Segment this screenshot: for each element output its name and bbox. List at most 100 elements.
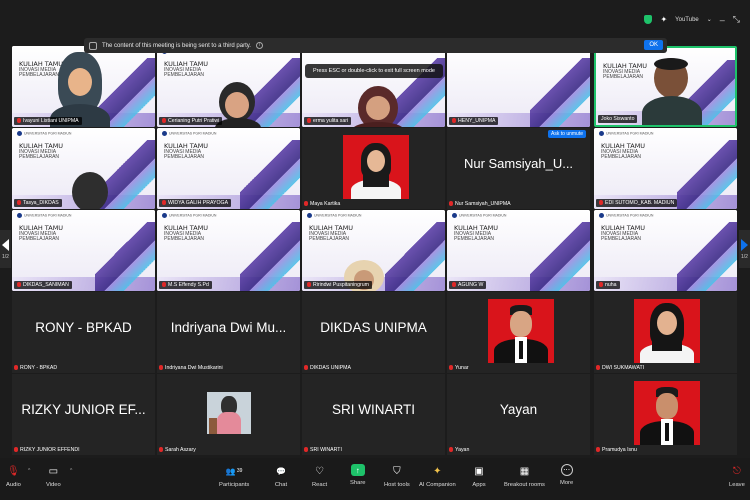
active-speaker-tile[interactable]: KULIAH TAMU INOVASI MEDIA PEMBELAJARAN J… bbox=[594, 46, 737, 127]
chevron-down-icon[interactable]: ⌄ bbox=[707, 16, 712, 23]
participant-name: M.S Effendy S.Pd bbox=[159, 281, 212, 289]
muted-mic-icon bbox=[17, 200, 21, 206]
video-tile[interactable]: DWI SUKMAWATI bbox=[594, 292, 737, 373]
video-tile[interactable]: Pramudya Isnu bbox=[594, 374, 737, 455]
video-tile[interactable]: UNIVERSITAS PGRI MADIUN KULIAH TAMU INOV… bbox=[594, 210, 737, 291]
react-button[interactable]: ♡ React bbox=[312, 464, 327, 489]
info-icon[interactable]: i bbox=[255, 42, 263, 49]
participant-name: WIDYA GALIH PRAYOGA bbox=[159, 199, 232, 207]
participant-name: AGUNG W bbox=[449, 281, 487, 289]
video-tile[interactable]: RIZKY JUNIOR EF... RIZKY JUNIOR EFFENDI bbox=[12, 374, 155, 455]
muted-mic-icon bbox=[449, 447, 453, 453]
video-tile[interactable]: Ask to unmute Nur Samsiyah_U... Nur Sams… bbox=[447, 128, 590, 209]
next-page-button[interactable]: 1/2 bbox=[739, 230, 750, 268]
video-tile[interactable]: UNIVERSITAS PGRI MADIUN KULIAH TAMU INOV… bbox=[302, 210, 445, 291]
university-logo-line: UNIVERSITAS PGRI MADIUN bbox=[599, 213, 653, 218]
participants-label: Participants bbox=[219, 482, 250, 488]
muted-mic-icon bbox=[14, 447, 18, 453]
video-tile[interactable]: UNIVERSITAS PGRI MADIUN KULIAH TAMU INOV… bbox=[12, 128, 155, 209]
video-tile[interactable]: UNIVERSITAS PGRI MADIUN KULIAH TAMU INOV… bbox=[157, 46, 300, 127]
participants-icon: 👥 39 bbox=[225, 466, 243, 476]
apps-button[interactable]: ▣ Apps bbox=[472, 464, 486, 489]
leave-label: Leave bbox=[729, 482, 745, 488]
more-button[interactable]: ⋯ More bbox=[560, 464, 573, 486]
university-logo-line: UNIVERSITAS PGRI MADIUN bbox=[452, 213, 506, 218]
video-tile[interactable]: HENY_UNIPMA bbox=[447, 46, 590, 127]
notice-ok-button[interactable]: OK bbox=[644, 40, 663, 50]
slide-subtitle: INOVASI MEDIA PEMBELAJARAN bbox=[19, 231, 60, 242]
ai-sparkle-icon[interactable]: ✦ bbox=[660, 15, 667, 24]
video-tile[interactable]: SRI WINARTI SRI WINARTI bbox=[302, 374, 445, 455]
host-tools-label: Host tools bbox=[384, 482, 410, 488]
muted-mic-icon bbox=[159, 447, 163, 453]
slide-background bbox=[447, 46, 590, 127]
participant-name: Sarah Aszary bbox=[159, 447, 196, 453]
meeting-toolbar: 🎙 Audio ^ ▭ Video ^ 👥 39 Participants 💬 C… bbox=[0, 458, 750, 500]
university-logo-line: UNIVERSITAS PGRI MADIUN bbox=[162, 213, 216, 218]
video-tile[interactable]: Maya Kartika bbox=[302, 128, 445, 209]
livestream-youtube-label[interactable]: YouTube bbox=[675, 17, 699, 23]
video-options-chevron-icon[interactable]: ^ bbox=[70, 468, 750, 474]
muted-mic-icon bbox=[449, 201, 453, 207]
video-tile[interactable]: Sarah Aszary bbox=[157, 374, 300, 455]
ai-companion-label: AI Companion bbox=[419, 482, 456, 488]
slide-background bbox=[157, 210, 300, 291]
muted-mic-icon bbox=[599, 200, 603, 206]
slide-subtitle: INOVASI MEDIA PEMBELAJARAN bbox=[603, 69, 644, 80]
video-tile[interactable]: UNIVERSITAS PGRI MADIUN KULIAH TAMU INOV… bbox=[157, 128, 300, 209]
host-tools-button[interactable]: ⛉ Host tools bbox=[384, 464, 410, 489]
video-label: Video bbox=[46, 482, 61, 488]
muted-mic-icon bbox=[599, 282, 603, 288]
right-arrow-icon bbox=[741, 238, 748, 251]
security-shield-icon[interactable] bbox=[644, 15, 653, 24]
video-tile[interactable]: UNIVERSITAS PGRI MADIUN KULIAH TAMU INOV… bbox=[594, 128, 737, 209]
video-button[interactable]: ▭ Video bbox=[46, 464, 61, 489]
muted-mic-icon bbox=[449, 365, 453, 371]
apps-label: Apps bbox=[472, 482, 486, 488]
participant-name: EDI SUTOMO_KAB. MADIUN bbox=[596, 199, 678, 207]
breakout-rooms-button[interactable]: ▦ Breakout rooms bbox=[504, 464, 545, 489]
chat-button[interactable]: 💬 Chat bbox=[274, 464, 288, 489]
share-button[interactable]: ↑ Share bbox=[350, 464, 365, 486]
muted-mic-icon bbox=[162, 282, 166, 288]
video-tile[interactable]: Indriyana Dwi Mu... Indriyana Dwi Mustik… bbox=[157, 292, 300, 373]
university-logo-line: UNIVERSITAS PGRI MADIUN bbox=[307, 213, 361, 218]
participant-name: DWI SUKMAWATI bbox=[596, 365, 644, 371]
participant-display-name: Indriyana Dwi Mu... bbox=[170, 320, 287, 335]
notice-square-icon bbox=[89, 41, 97, 50]
leave-button[interactable]: ⎋ Leave bbox=[729, 464, 745, 489]
participant-display-name: DIKDAS UNIPMA bbox=[320, 320, 427, 335]
ask-to-unmute-button[interactable]: Ask to unmute bbox=[548, 130, 586, 138]
video-tile[interactable]: RONY - BPKAD RONY - BPKAD bbox=[12, 292, 155, 373]
ai-companion-button[interactable]: ✦ AI Companion bbox=[419, 464, 456, 489]
slide-subtitle: INOVASI MEDIA PEMBELAJARAN bbox=[454, 231, 495, 242]
video-tile[interactable]: KULIAH TAMU INOVASI MEDIA PEMBELAJARAN I… bbox=[12, 46, 155, 127]
participant-name: Maya Kartika bbox=[304, 201, 340, 207]
muted-mic-icon bbox=[17, 282, 21, 288]
participant-display-name: RONY - BPKAD bbox=[35, 320, 132, 335]
university-logo-line: UNIVERSITAS PGRI MADIUN bbox=[162, 131, 216, 136]
slide-subtitle: INOVASI MEDIA PEMBELAJARAN bbox=[19, 149, 60, 160]
shield-icon: ⛉ bbox=[393, 465, 401, 477]
slide-background bbox=[594, 128, 737, 209]
muted-mic-icon bbox=[17, 118, 21, 124]
video-tile[interactable]: erma yulita sari bbox=[302, 46, 445, 127]
exit-fullscreen-icon[interactable]: ⤡ bbox=[733, 14, 740, 25]
participant-name: Joko Siswanto bbox=[598, 115, 638, 123]
previous-page-button[interactable]: 1/2 bbox=[0, 230, 11, 268]
audio-label: Audio bbox=[6, 482, 21, 488]
muted-mic-icon bbox=[452, 282, 456, 288]
video-tile[interactable]: UNIVERSITAS PGRI MADIUN KULIAH TAMU INOV… bbox=[12, 210, 155, 291]
audio-button[interactable]: 🎙 Audio bbox=[6, 464, 21, 489]
video-tile[interactable]: UNIVERSITAS PGRI MADIUN KULIAH TAMU INOV… bbox=[157, 210, 300, 291]
slide-subtitle: INOVASI MEDIA PEMBELAJARAN bbox=[164, 67, 205, 78]
university-logo-line: UNIVERSITAS PGRI MADIUN bbox=[17, 131, 71, 136]
video-tile[interactable]: Yayan Yayan bbox=[447, 374, 590, 455]
slide-background bbox=[157, 128, 300, 209]
video-tile[interactable]: UNIVERSITAS PGRI MADIUN KULIAH TAMU INOV… bbox=[447, 210, 590, 291]
minimize-icon[interactable]: – bbox=[720, 15, 725, 25]
participants-button[interactable]: 👥 39 Participants bbox=[219, 464, 250, 489]
video-tile[interactable]: DIKDAS UNIPMA DIKDAS UNIPMA bbox=[302, 292, 445, 373]
video-tile[interactable]: Yunar bbox=[447, 292, 590, 373]
muted-mic-icon bbox=[307, 118, 311, 124]
